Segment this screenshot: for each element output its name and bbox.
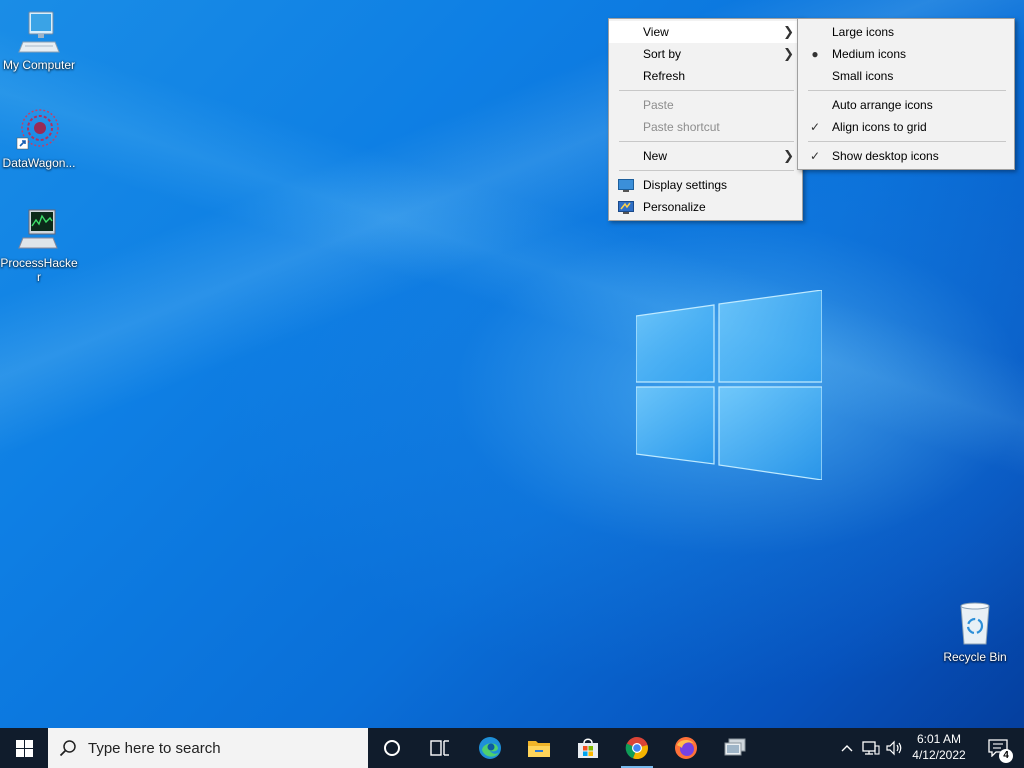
display-icon	[618, 178, 634, 192]
menu-item-paste-shortcut[interactable]: Paste shortcut	[609, 116, 802, 138]
menu-item-large-icons[interactable]: Large icons	[798, 21, 1014, 43]
taskbar-search-box[interactable]: Type here to search	[48, 728, 368, 768]
menu-separator	[808, 141, 1006, 142]
menu-item-label: Large icons	[832, 25, 895, 39]
menu-item-auto-arrange[interactable]: Auto arrange icons	[798, 94, 1014, 116]
menu-item-label: New	[643, 149, 668, 163]
desktop-icon-label: Recycle Bin	[943, 650, 1007, 664]
windows-logo-wallpaper	[636, 290, 822, 480]
menu-item-label: Align icons to grid	[832, 120, 927, 134]
notification-count-badge: 4	[999, 749, 1013, 763]
volume-button[interactable]	[884, 728, 906, 768]
desktop-context-menu: View ❯ Sort by ❯ Refresh Paste Paste sho…	[608, 18, 803, 221]
chevron-right-icon: ❯	[783, 148, 794, 163]
menu-item-display-settings[interactable]: Display settings	[609, 174, 802, 196]
process-hacker-icon	[15, 206, 63, 254]
desktop-icon-my-computer[interactable]: My Computer	[0, 8, 78, 72]
radio-dot-icon: ●	[811, 47, 819, 61]
desktop-icon-label: ProcessHacker	[0, 256, 78, 284]
clock-time: 6:01 AM	[916, 732, 962, 746]
edge-icon	[479, 737, 501, 759]
task-view-button[interactable]	[416, 728, 464, 768]
menu-item-label: Display settings	[643, 178, 728, 192]
view-submenu: Large icons ● Medium icons Small icons A…	[797, 18, 1015, 170]
menu-item-label: Small icons	[832, 69, 894, 83]
menu-item-paste[interactable]: Paste	[609, 94, 802, 116]
desktop-icon-processhacker[interactable]: ProcessHacker	[0, 206, 78, 284]
personalize-icon	[618, 200, 634, 214]
network-button[interactable]	[860, 728, 882, 768]
chevron-up-icon	[841, 745, 853, 752]
menu-item-small-icons[interactable]: Small icons	[798, 65, 1014, 87]
menu-separator	[808, 90, 1006, 91]
menu-item-align-to-grid[interactable]: ✓ Align icons to grid	[798, 116, 1014, 138]
remote-desktop-icon	[724, 738, 746, 756]
datawagon-icon	[15, 106, 63, 154]
search-icon	[48, 739, 88, 757]
desktop-icon-label: DataWagon...	[2, 156, 76, 170]
chrome-icon	[625, 737, 648, 760]
folder-icon	[528, 741, 550, 757]
taskbar-app-firefox[interactable]	[662, 728, 710, 768]
show-hidden-icons-button[interactable]	[838, 728, 856, 768]
menu-item-show-desktop-icons[interactable]: ✓ Show desktop icons	[798, 145, 1014, 167]
notification-center-button[interactable]: 4	[978, 728, 1018, 768]
menu-separator	[619, 141, 794, 142]
chevron-right-icon: ❯	[783, 46, 794, 61]
menu-item-label: View	[643, 25, 669, 39]
taskbar: Type here to search 6:01 AM 4/12/2022 4	[0, 728, 1024, 768]
menu-item-personalize[interactable]: Personalize	[609, 196, 802, 218]
taskbar-app-chrome[interactable]	[613, 728, 661, 768]
menu-item-label: Refresh	[643, 69, 686, 83]
menu-item-refresh[interactable]: Refresh	[609, 65, 802, 87]
chevron-right-icon: ❯	[783, 24, 794, 39]
network-icon	[862, 741, 880, 755]
desktop-icon-label: My Computer	[2, 58, 76, 72]
store-icon	[578, 738, 598, 758]
firefox-icon	[675, 737, 697, 759]
computer-icon	[15, 8, 63, 56]
menu-item-label: Paste	[643, 98, 674, 112]
recycle-bin-icon	[951, 600, 999, 648]
desktop[interactable]: My Computer DataWagon... ProcessHacker R…	[0, 0, 1024, 728]
search-placeholder: Type here to search	[88, 739, 221, 757]
menu-item-label: Medium icons	[832, 47, 907, 61]
menu-separator	[619, 90, 794, 91]
start-button[interactable]	[0, 728, 48, 768]
taskbar-app-file-explorer[interactable]	[515, 728, 563, 768]
taskbar-app-edge[interactable]	[466, 728, 514, 768]
taskbar-clock[interactable]: 6:01 AM 4/12/2022	[908, 728, 970, 768]
clock-date: 4/12/2022	[912, 748, 966, 762]
windows-start-icon	[15, 739, 33, 757]
cortana-button[interactable]	[368, 728, 416, 768]
menu-item-label: Auto arrange icons	[832, 98, 933, 112]
desktop-icon-datawagon[interactable]: DataWagon...	[0, 106, 78, 170]
speaker-icon	[886, 740, 902, 756]
taskbar-app-microsoft-store[interactable]	[564, 728, 612, 768]
menu-separator	[619, 170, 794, 171]
menu-item-label: Paste shortcut	[643, 120, 720, 134]
menu-item-label: Sort by	[643, 47, 682, 61]
menu-item-medium-icons[interactable]: ● Medium icons	[798, 43, 1014, 65]
menu-item-new[interactable]: New ❯	[609, 145, 802, 167]
task-view-icon	[430, 740, 449, 756]
menu-item-label: Personalize	[643, 200, 706, 214]
checkmark-icon: ✓	[809, 120, 821, 134]
taskbar-app-remote-desktop[interactable]	[711, 728, 759, 768]
menu-item-sort-by[interactable]: Sort by ❯	[609, 43, 802, 65]
desktop-icon-recycle-bin[interactable]: Recycle Bin	[936, 600, 1014, 664]
cortana-icon	[384, 740, 400, 756]
menu-item-label: Show desktop icons	[832, 149, 939, 163]
menu-item-view[interactable]: View ❯	[609, 21, 802, 43]
checkmark-icon: ✓	[809, 149, 821, 163]
